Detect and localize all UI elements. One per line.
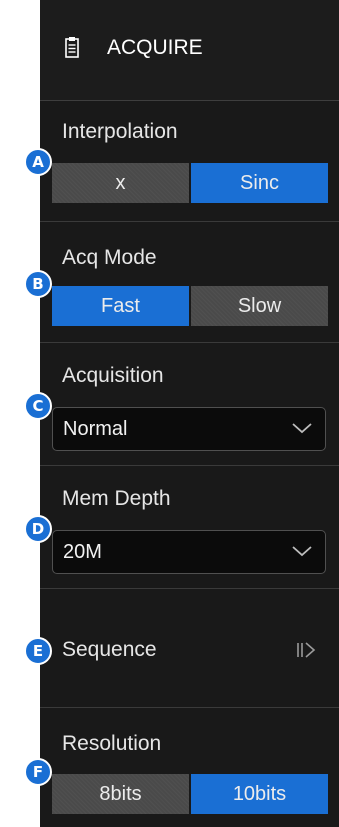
mem-depth-section: Mem Depth 20M bbox=[40, 466, 339, 589]
resolution-option-10bits[interactable]: 10bits bbox=[191, 774, 328, 814]
acquisition-section: Acquisition Normal bbox=[40, 343, 339, 466]
interpolation-label: Interpolation bbox=[62, 120, 178, 143]
interpolation-toggle: x Sinc bbox=[52, 163, 328, 203]
sequence-label: Sequence bbox=[62, 638, 157, 661]
menu-title: ACQUIRE bbox=[107, 36, 203, 59]
acquire-menu-panel: ACQUIRE Interpolation x Sinc Acq Mode Fa… bbox=[40, 0, 339, 827]
callout-badge-c: C bbox=[24, 392, 52, 420]
interpolation-section: Interpolation x Sinc bbox=[40, 101, 339, 222]
acq-mode-option-slow[interactable]: Slow bbox=[191, 286, 328, 326]
interpolation-option-x[interactable]: x bbox=[52, 163, 189, 203]
callout-badge-b: B bbox=[24, 270, 52, 298]
resolution-section: Resolution 8bits 10bits bbox=[40, 708, 339, 827]
callout-badge-d: D bbox=[24, 515, 52, 543]
acq-mode-option-fast[interactable]: Fast bbox=[52, 286, 189, 326]
sequence-row[interactable]: Sequence bbox=[40, 589, 339, 708]
chevron-down-icon bbox=[292, 423, 312, 434]
chevron-down-icon bbox=[292, 546, 312, 557]
acquisition-dropdown[interactable]: Normal bbox=[52, 407, 326, 451]
menu-header: ACQUIRE bbox=[40, 0, 339, 101]
acq-mode-toggle: Fast Slow bbox=[52, 286, 328, 326]
resolution-label: Resolution bbox=[62, 732, 162, 755]
callout-badge-a: A bbox=[24, 148, 52, 176]
acq-mode-section: Acq Mode Fast Slow bbox=[40, 222, 339, 343]
resolution-toggle: 8bits 10bits bbox=[52, 774, 328, 814]
callout-badge-e: E bbox=[24, 637, 52, 665]
clipboard-icon bbox=[65, 37, 79, 58]
mem-depth-label: Mem Depth bbox=[62, 487, 171, 510]
mem-depth-dropdown[interactable]: 20M bbox=[52, 530, 326, 574]
mem-depth-value: 20M bbox=[63, 541, 102, 563]
acq-mode-label: Acq Mode bbox=[62, 246, 157, 269]
acquisition-label: Acquisition bbox=[62, 364, 164, 387]
interpolation-option-sinc[interactable]: Sinc bbox=[191, 163, 328, 203]
acquisition-value: Normal bbox=[63, 418, 128, 440]
play-pause-icon bbox=[297, 642, 316, 658]
resolution-option-8bits[interactable]: 8bits bbox=[52, 774, 189, 814]
callout-badge-f: F bbox=[24, 758, 52, 786]
